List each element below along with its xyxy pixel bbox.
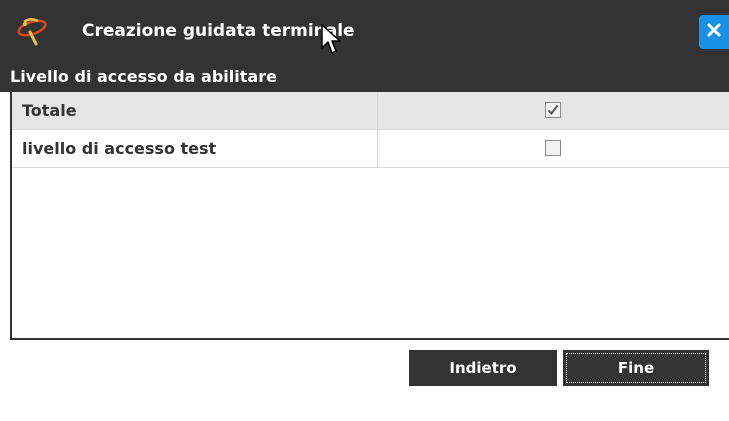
table-row[interactable]: livello di accesso test bbox=[12, 130, 729, 168]
section-header: Livello di accesso da abilitare bbox=[0, 64, 729, 92]
row-label: livello di accesso test bbox=[22, 139, 217, 158]
column-separator bbox=[377, 92, 378, 130]
wizard-app-icon bbox=[16, 16, 50, 46]
checkmark-icon bbox=[547, 104, 559, 116]
table-row[interactable]: Totale bbox=[12, 92, 729, 130]
enable-checkbox[interactable] bbox=[545, 140, 561, 156]
wizard-window: Creazione guidata terminale Livello di a… bbox=[0, 0, 729, 421]
section-title: Livello di accesso da abilitare bbox=[10, 67, 277, 86]
row-label: Totale bbox=[22, 101, 77, 120]
column-separator bbox=[377, 130, 378, 168]
window-title: Creazione guidata terminale bbox=[82, 21, 355, 41]
back-button[interactable]: Indietro bbox=[409, 350, 557, 386]
close-button[interactable] bbox=[699, 15, 729, 49]
title-bar: Creazione guidata terminale bbox=[0, 0, 729, 64]
close-icon bbox=[706, 22, 722, 42]
finish-button[interactable]: Fine bbox=[563, 350, 709, 386]
enable-checkbox[interactable] bbox=[545, 102, 561, 118]
access-level-grid: Totale livello di accesso test bbox=[10, 92, 729, 340]
